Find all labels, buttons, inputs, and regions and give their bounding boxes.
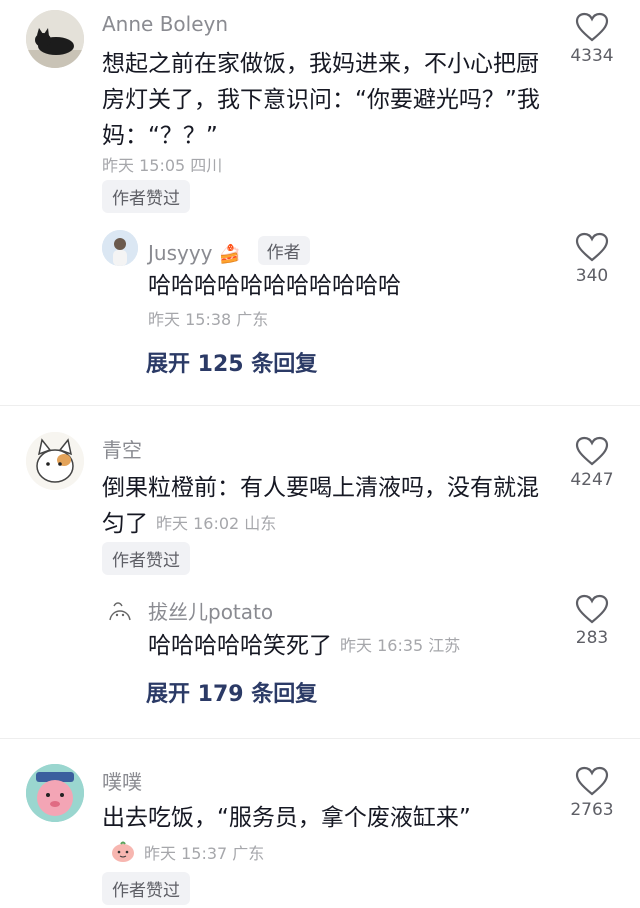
divider (0, 405, 640, 406)
like-count: 283 (575, 628, 609, 648)
like-button[interactable]: 4247 (562, 436, 622, 490)
reply-username[interactable]: Jusyyy 🍰 作者 (148, 236, 310, 265)
peach-face-emoji-icon (110, 838, 136, 874)
like-button[interactable]: 2763 (562, 766, 622, 820)
reply-meta: 昨天 16:35 江苏 (340, 636, 461, 655)
cake-emoji-icon: 🍰 (218, 244, 242, 265)
heart-outline-icon (575, 12, 609, 42)
like-count: 2763 (570, 800, 614, 820)
sketch-avatar-icon (102, 594, 138, 630)
reply-like-button[interactable]: 340 (562, 232, 622, 286)
author-tag: 作者 (257, 236, 310, 265)
author-liked-badge: 作者赞过 (102, 872, 190, 905)
comment-meta: 昨天 15:05 四川 (102, 156, 223, 175)
reply-like-button[interactable]: 283 (562, 594, 622, 648)
like-count: 4334 (570, 46, 614, 66)
reply-avatar[interactable] (102, 230, 138, 266)
heart-outline-icon (575, 766, 609, 796)
cartoon-avatar-icon (26, 764, 84, 822)
reply-text-content: 哈哈哈哈哈笑死了 (148, 633, 332, 659)
reply-avatar[interactable] (102, 594, 138, 630)
expand-replies-link[interactable]: 展开 179 条回复 (146, 676, 317, 708)
avatar[interactable] (26, 10, 84, 68)
reply-username[interactable]: 拔丝儿potato (148, 596, 273, 625)
author-liked-badge: 作者赞过 (102, 542, 190, 575)
comment-text: 出去吃饭，“服务员，拿个废液缸来” 昨天 15:37 广东 (102, 800, 502, 874)
like-button[interactable]: 4334 (562, 12, 622, 66)
comment-meta: 昨天 16:02 山东 (156, 514, 277, 533)
reply-text: 哈哈哈哈哈哈哈哈哈哈哈 (148, 273, 401, 299)
reply-username-text: Jusyyy (148, 241, 213, 265)
avatar[interactable] (26, 432, 84, 490)
comment-text: 想起之前在家做饭，我妈进来，不小心把厨房灯关了，我下意识问：“你要避光吗？”我妈… (102, 51, 540, 149)
cat-avatar-icon (26, 10, 84, 68)
comment-meta: 昨天 15:37 广东 (144, 844, 265, 863)
reply-text: 哈哈哈哈哈笑死了 昨天 16:35 江苏 (148, 628, 460, 664)
comment-text: 倒果粒橙前：有人要喝上清液吗，没有就混匀了 昨天 16:02 山东 (102, 470, 542, 542)
username[interactable]: Anne Boleyn (102, 12, 228, 36)
reply-meta: 昨天 15:38 广东 (148, 310, 269, 329)
heart-outline-icon (575, 436, 609, 466)
comment-text-content: 出去吃饭，“服务员，拿个废液缸来” (102, 805, 471, 831)
like-count: 340 (575, 266, 609, 286)
avatar[interactable] (26, 764, 84, 822)
divider (0, 738, 640, 739)
person-avatar-icon (102, 230, 138, 266)
username[interactable]: 青空 (102, 434, 142, 463)
expand-replies-link[interactable]: 展开 125 条回复 (146, 346, 317, 378)
username[interactable]: 噗噗 (102, 766, 142, 795)
like-count: 4247 (570, 470, 614, 490)
cat-drawing-avatar-icon (26, 432, 84, 490)
author-liked-badge: 作者赞过 (102, 180, 190, 213)
heart-outline-icon (575, 232, 609, 262)
heart-outline-icon (575, 594, 609, 624)
